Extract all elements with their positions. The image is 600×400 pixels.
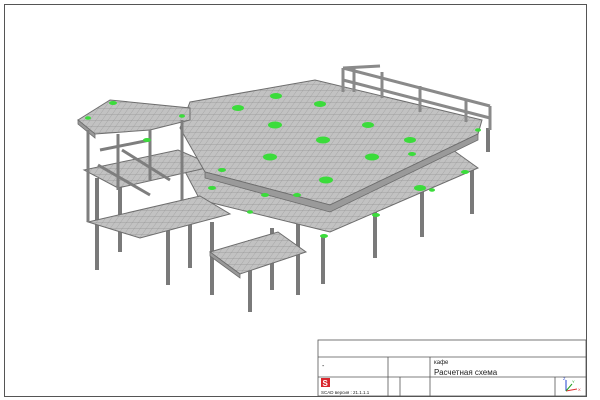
support-marker [263, 153, 277, 161]
support-marker [270, 93, 282, 99]
support-marker [314, 101, 326, 107]
support-marker [362, 122, 374, 128]
support-marker [475, 128, 481, 132]
support-marker [232, 105, 244, 111]
porch-slab [208, 231, 308, 275]
support-marker [293, 193, 301, 197]
object-name: кафе [434, 360, 449, 366]
support-marker [365, 153, 379, 161]
support-marker [109, 101, 117, 105]
support-marker [414, 185, 426, 191]
structural-model [77, 64, 492, 312]
support-marker [320, 234, 328, 238]
drawing-name: Расчетная схема [434, 368, 498, 377]
scad-logo-icon: S [321, 378, 330, 388]
axis-x-label: X [578, 387, 581, 392]
support-marker [429, 188, 435, 192]
support-marker [372, 213, 380, 217]
support-marker [208, 186, 216, 190]
support-marker [143, 138, 151, 142]
support-marker [179, 114, 185, 118]
support-marker [261, 193, 269, 197]
support-marker [85, 116, 91, 120]
support-marker [461, 170, 469, 174]
support-marker [408, 152, 416, 156]
svg-text:S: S [323, 379, 329, 388]
design-sheet: - кафе Расчетная схема S SCAD версия : 2… [4, 4, 587, 397]
support-marker [268, 121, 282, 129]
support-marker [247, 210, 253, 214]
left-lower-slab [86, 195, 232, 239]
small-mark: - [322, 363, 325, 370]
support-marker [316, 136, 330, 144]
axis-y-label: Y [572, 379, 575, 384]
support-marker [319, 176, 333, 184]
gable-roof [77, 99, 191, 135]
software-version: SCAD версия : 21.1.1.1 [321, 390, 370, 395]
axis-indicator-icon: Z X Y [563, 376, 581, 392]
support-marker [404, 137, 416, 143]
support-marker [218, 168, 226, 172]
